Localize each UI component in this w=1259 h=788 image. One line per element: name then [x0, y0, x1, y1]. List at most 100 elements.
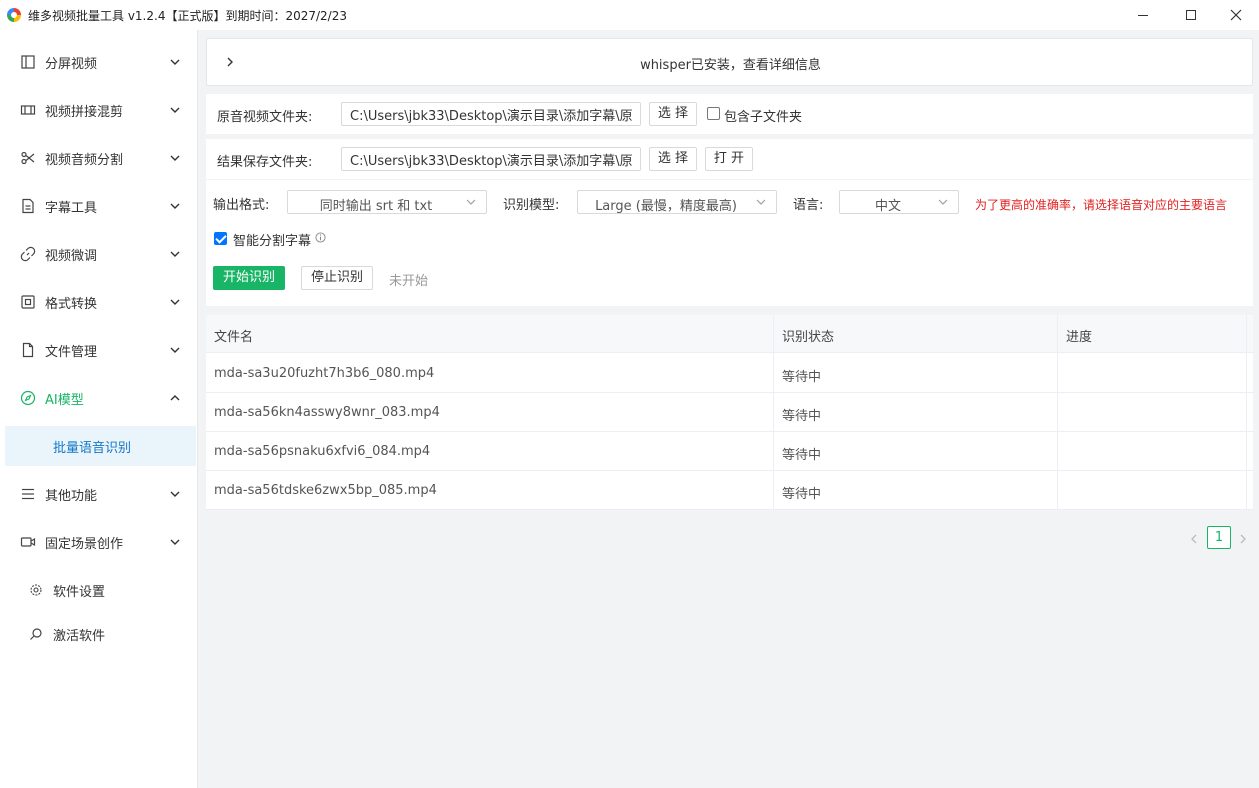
sidebar-item-other[interactable]: 其他功能 [0, 470, 198, 518]
sidebar-item-av-split[interactable]: 视频音频分割 [0, 134, 198, 182]
sidebar-item-label: 格式转换 [45, 296, 98, 312]
chevron-up-icon [170, 395, 180, 401]
chevron-down-icon [170, 347, 180, 353]
source-folder-input[interactable] [341, 102, 641, 126]
settings-label: 软件设置 [53, 584, 106, 600]
file-icon [22, 342, 34, 358]
table-header: 文件名 识别状态 进度 [206, 315, 1253, 353]
scissors-icon [21, 151, 35, 165]
row-status: 等待中 [782, 448, 822, 463]
smart-split-checkbox[interactable] [214, 232, 227, 245]
format-label: 输出格式: [213, 198, 270, 213]
sidebar-item-label: 固定场景创作 [45, 536, 124, 552]
stop-recognition-button[interactable]: 停止识别 [301, 266, 373, 290]
maximize-icon [1186, 10, 1196, 20]
sidebar-subitem-batch-speech[interactable]: 批量语音识别 [5, 426, 196, 466]
gear-icon [30, 584, 42, 596]
activate-label: 激活软件 [53, 628, 106, 644]
column-divider [773, 315, 774, 510]
app-logo-icon [7, 8, 21, 22]
chevron-down-icon [170, 59, 180, 65]
minimize-button[interactable] [1120, 0, 1166, 30]
chevron-down-icon [466, 199, 476, 205]
recognition-status: 未开始 [389, 274, 429, 289]
row-filename: mda-sa56psnaku6xfvi6_084.mp4 [214, 444, 431, 459]
close-icon [1230, 9, 1242, 21]
include-subfolder-checkbox[interactable] [707, 107, 720, 120]
sidebar-item-video-tweak[interactable]: 视频微调 [0, 230, 198, 278]
sidebar-item-fixed-scene[interactable]: 固定场景创作 [0, 518, 198, 566]
activate-software[interactable]: 激活软件 [0, 614, 198, 654]
output-select-button[interactable]: 选 择 [649, 147, 697, 171]
recognition-settings: 输出格式: 同时输出 srt 和 txt 识别模型: Large (最慢，精度最… [206, 180, 1253, 306]
sidebar-item-label: AI模型 [45, 392, 84, 408]
sidebar-item-label: 文件管理 [45, 344, 98, 360]
column-divider [1246, 315, 1247, 510]
menu-icon [22, 488, 34, 500]
chevron-down-icon [170, 491, 180, 497]
layout-icon [21, 55, 35, 69]
language-label: 语言: [793, 198, 824, 213]
sidebar-subitem-label: 批量语音识别 [53, 440, 132, 456]
page-number-button[interactable]: 1 [1207, 526, 1231, 549]
sidebar-item-label: 字幕工具 [45, 200, 98, 216]
banner-text: whisper已安装，查看详细信息 [640, 58, 821, 73]
model-value: Large (最慢，精度最高) [595, 199, 737, 214]
compass-icon [20, 390, 36, 406]
minimize-icon [1138, 14, 1148, 16]
next-page-icon[interactable] [1238, 533, 1248, 545]
film-icon [20, 105, 36, 115]
output-folder-row: 结果保存文件夹: 选 择 打 开 [206, 139, 1253, 179]
table-row[interactable]: mda-sa56psnaku6xfvi6_084.mp4 等待中 [206, 432, 1253, 471]
table-row[interactable]: mda-sa56tdske6zwx5bp_085.mp4 等待中 [206, 471, 1253, 510]
table-row[interactable]: mda-sa3u20fuzht7h3b6_080.mp4 等待中 [206, 354, 1253, 393]
row-filename: mda-sa56kn4asswy8wnr_083.mp4 [214, 405, 440, 420]
column-header-progress: 进度 [1066, 330, 1093, 345]
maximize-button[interactable] [1168, 0, 1214, 30]
model-select[interactable]: Large (最慢，精度最高) [577, 190, 777, 214]
model-label: 识别模型: [503, 198, 560, 213]
video-icon [20, 537, 36, 547]
source-folder-row: 原音视频文件夹: 选 择 包含子文件夹 [206, 94, 1253, 134]
info-icon[interactable] [315, 232, 326, 243]
file-table: 文件名 识别状态 进度 mda-sa3u20fuzht7h3b6_080.mp4… [206, 315, 1253, 510]
whisper-info-banner[interactable]: whisper已安装，查看详细信息 [206, 38, 1253, 86]
chevron-down-icon [756, 199, 766, 205]
row-status: 等待中 [782, 487, 822, 502]
format-select[interactable]: 同时输出 srt 和 txt [287, 190, 487, 214]
row-filename: mda-sa3u20fuzht7h3b6_080.mp4 [214, 366, 435, 381]
row-status: 等待中 [782, 370, 822, 385]
sidebar-item-ai-model[interactable]: AI模型 [0, 374, 198, 422]
source-select-button[interactable]: 选 择 [649, 102, 697, 126]
sidebar-item-format-convert[interactable]: 格式转换 [0, 278, 198, 326]
link-icon [20, 246, 36, 262]
column-header-status: 识别状态 [782, 330, 835, 345]
column-divider [1057, 315, 1058, 510]
sidebar-item-file-manage[interactable]: 文件管理 [0, 326, 198, 374]
sidebar-item-video-splice[interactable]: 视频拼接混剪 [0, 86, 198, 134]
smart-split-label: 智能分割字幕 [233, 234, 312, 249]
row-status: 等待中 [782, 409, 822, 424]
output-folder-label: 结果保存文件夹: [217, 155, 313, 170]
row-filename: mda-sa56tdske6zwx5bp_085.mp4 [214, 483, 437, 498]
language-value: 中文 [874, 199, 901, 214]
start-recognition-button[interactable]: 开始识别 [213, 266, 285, 290]
prev-page-icon[interactable] [1189, 533, 1199, 545]
window-title: 维多视频批量工具 v1.2.4【正式版】到期时间：2027/2/23 [28, 9, 347, 23]
sidebar: 分屏视频 视频拼接混剪 视频音频分割 字幕工具 视频微调 格式转换 文件管理 A… [0, 30, 198, 788]
sidebar-item-subtitle-tools[interactable]: 字幕工具 [0, 182, 198, 230]
sidebar-item-split-screen[interactable]: 分屏视频 [0, 38, 198, 86]
sidebar-item-label: 其他功能 [45, 488, 98, 504]
language-select[interactable]: 中文 [839, 190, 959, 214]
software-settings[interactable]: 软件设置 [0, 570, 198, 610]
chevron-down-icon [170, 107, 180, 113]
output-open-button[interactable]: 打 开 [705, 147, 753, 171]
close-button[interactable] [1213, 0, 1259, 30]
chevron-down-icon [170, 203, 180, 209]
source-folder-label: 原音视频文件夹: [217, 110, 313, 125]
language-warning: 为了更高的准确率，请选择语音对应的主要语言 [975, 198, 1228, 212]
output-folder-input[interactable] [341, 147, 641, 171]
document-icon [22, 198, 34, 214]
search-icon [30, 628, 42, 640]
table-row[interactable]: mda-sa56kn4asswy8wnr_083.mp4 等待中 [206, 393, 1253, 432]
